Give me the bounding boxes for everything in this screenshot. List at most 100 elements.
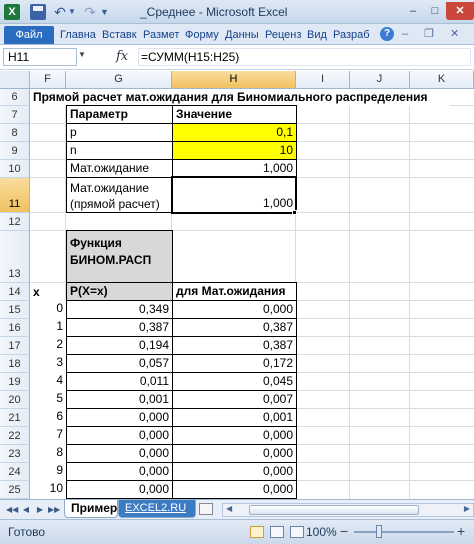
close-button[interactable]: ✕ xyxy=(446,2,474,20)
zoom-slider-thumb[interactable] xyxy=(376,525,382,538)
mean-contribution-cell[interactable]: 0,000 xyxy=(172,462,297,481)
zoom-level[interactable]: 100% xyxy=(306,525,337,539)
sheet-heading[interactable]: Прямой расчет мат.ожидания для Биномиаль… xyxy=(30,89,450,106)
tab-insert[interactable]: Вставк xyxy=(102,26,137,44)
column-header-j[interactable]: J xyxy=(350,71,410,89)
workbook-minimize-icon[interactable]: – xyxy=(402,27,408,41)
workbook-restore-icon[interactable]: ❐ xyxy=(424,27,434,41)
column-header-k[interactable]: K xyxy=(410,71,474,89)
x-value-cell[interactable]: 5 xyxy=(30,390,66,409)
row-header[interactable]: 18 xyxy=(0,355,30,373)
probability-cell[interactable]: 0,000 xyxy=(66,462,173,481)
row-header[interactable]: 7 xyxy=(0,106,30,124)
x-value-cell[interactable]: 7 xyxy=(30,426,66,445)
last-sheet-icon[interactable]: ▶▶ xyxy=(48,503,60,516)
maximize-button[interactable]: □ xyxy=(424,2,446,20)
row-header[interactable]: 20 xyxy=(0,391,30,409)
mean-contribution-cell[interactable]: 0,172 xyxy=(172,354,297,373)
row-header[interactable]: 15 xyxy=(0,301,30,319)
save-icon[interactable] xyxy=(30,4,46,20)
next-sheet-icon[interactable]: ▶ xyxy=(34,503,46,516)
row-header[interactable]: 24 xyxy=(0,463,30,481)
probability-cell[interactable]: 0,194 xyxy=(66,336,173,355)
name-box[interactable]: H11 xyxy=(3,48,77,66)
row-header[interactable]: 22 xyxy=(0,427,30,445)
row-header[interactable]: 9 xyxy=(0,142,30,160)
redo-icon[interactable]: ↷ xyxy=(82,4,98,20)
insert-sheet-icon[interactable] xyxy=(199,503,213,515)
row-header[interactable]: 19 xyxy=(0,373,30,391)
tab-review[interactable]: Реценз xyxy=(265,26,301,44)
mean-contribution-cell[interactable]: 0,000 xyxy=(172,480,297,499)
customize-toolbar-icon[interactable]: ▼ xyxy=(100,4,112,20)
probability-cell[interactable]: 0,057 xyxy=(66,354,173,373)
mean-label-cell[interactable]: Мат.ожидание xyxy=(66,159,173,178)
tab-page-layout[interactable]: Размет xyxy=(143,26,179,44)
row-header[interactable]: 23 xyxy=(0,445,30,463)
first-sheet-icon[interactable]: ◀◀ xyxy=(6,503,18,516)
row-header[interactable]: 12 xyxy=(0,213,30,231)
column-header-i[interactable]: I xyxy=(296,71,350,89)
probability-cell[interactable]: 0,000 xyxy=(66,444,173,463)
fill-handle[interactable] xyxy=(292,210,297,215)
tab-data[interactable]: Данны xyxy=(225,26,259,44)
x-value-cell[interactable]: 10 xyxy=(30,480,66,499)
mean-contribution-cell[interactable]: 0,000 xyxy=(172,444,297,463)
row-header[interactable]: 14 xyxy=(0,283,30,301)
page-layout-view-icon[interactable] xyxy=(270,526,284,538)
probability-cell[interactable]: 0,000 xyxy=(66,426,173,445)
sheet-tab-primer[interactable]: Пример xyxy=(64,500,118,518)
horizontal-scrollbar[interactable]: ◀ ▶ xyxy=(222,503,474,517)
x-header-cell[interactable]: x xyxy=(30,283,66,301)
row-header[interactable]: 13 xyxy=(0,231,30,283)
x-value-cell[interactable]: 1 xyxy=(30,318,66,337)
undo-icon[interactable]: ↶ xyxy=(52,4,68,20)
x-value-cell[interactable]: 3 xyxy=(30,354,66,373)
row-header[interactable]: 8 xyxy=(0,124,30,142)
workbook-close-icon[interactable]: ✕ xyxy=(450,27,459,41)
tab-view[interactable]: Вид xyxy=(307,26,327,44)
direct-mean-label-cell[interactable]: Мат.ожидание (прямой расчет) xyxy=(66,177,173,213)
x-value-cell[interactable]: 8 xyxy=(30,444,66,463)
function-header-cell[interactable]: Функция БИНОМ.РАСП xyxy=(66,230,173,283)
sheet-tab-excel2[interactable]: EXCEL2.RU xyxy=(118,500,196,518)
formula-input[interactable]: =СУММ(H15:H25) xyxy=(138,48,471,66)
px-header-cell[interactable]: P(X=x) xyxy=(66,282,173,301)
mean-contribution-cell[interactable]: 0,000 xyxy=(172,300,297,319)
column-header-f[interactable]: F xyxy=(30,71,66,89)
scroll-right-icon[interactable]: ▶ xyxy=(464,504,470,513)
normal-view-icon[interactable] xyxy=(250,526,264,538)
tab-file[interactable]: Файл xyxy=(4,26,54,44)
minimize-button[interactable]: – xyxy=(402,2,424,20)
column-header-h[interactable]: H xyxy=(172,71,296,89)
row-header[interactable]: 6 xyxy=(0,89,30,106)
x-value-cell[interactable]: 4 xyxy=(30,372,66,391)
row-header[interactable]: 16 xyxy=(0,319,30,337)
mean-contribution-cell[interactable]: 0,001 xyxy=(172,408,297,427)
tab-developer[interactable]: Разраб xyxy=(333,26,370,44)
mean-contribution-cell[interactable]: 0,000 xyxy=(172,426,297,445)
direct-mean-value-cell[interactable]: 1,000 xyxy=(172,177,297,213)
probability-cell[interactable]: 0,000 xyxy=(66,480,173,499)
row-header[interactable]: 10 xyxy=(0,160,30,178)
spreadsheet-grid[interactable]: F G H I J K 6 7 8 9 10 11 12 13 14 15 16… xyxy=(0,71,474,499)
column-header-g[interactable]: G xyxy=(66,71,172,89)
mean-value-cell[interactable]: 1,000 xyxy=(172,159,297,178)
probability-cell[interactable]: 0,387 xyxy=(66,318,173,337)
row-header[interactable]: 25 xyxy=(0,481,30,499)
prev-sheet-icon[interactable]: ◀ xyxy=(20,503,32,516)
x-value-cell[interactable]: 2 xyxy=(30,336,66,355)
param-n-label-cell[interactable]: n xyxy=(66,141,173,160)
x-value-cell[interactable]: 0 xyxy=(30,300,66,319)
excel-app-icon[interactable]: X xyxy=(4,4,20,20)
probability-cell[interactable]: 0,000 xyxy=(66,408,173,427)
insert-function-icon[interactable]: fx xyxy=(116,49,128,64)
row-header[interactable]: 17 xyxy=(0,337,30,355)
param-p-label-cell[interactable]: p xyxy=(66,123,173,142)
mean-contribution-cell[interactable]: 0,387 xyxy=(172,336,297,355)
mean-contribution-cell[interactable]: 0,045 xyxy=(172,372,297,391)
row-header[interactable]: 11 xyxy=(0,178,30,213)
value-header-cell[interactable]: Значение xyxy=(172,105,297,124)
mean-contribution-cell[interactable]: 0,387 xyxy=(172,318,297,337)
param-n-value-cell[interactable]: 10 xyxy=(172,141,297,160)
